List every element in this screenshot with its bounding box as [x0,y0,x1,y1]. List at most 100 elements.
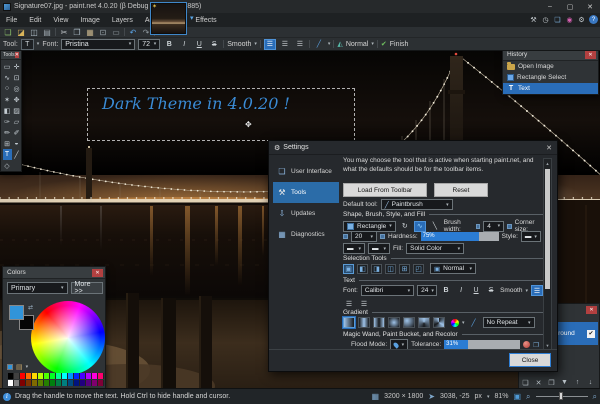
tool-zoom-icon[interactable]: ◎ [12,83,21,94]
nav-diagnostics[interactable]: ▦ Diagnostics [273,224,339,245]
text-underline-button[interactable]: U [470,285,482,296]
tool-paint-bucket-icon[interactable]: ◧ [3,105,12,116]
gradient-radial-icon[interactable] [388,317,400,328]
history-panel-close-icon[interactable]: ✕ [585,50,596,59]
menu-file[interactable]: File [0,13,23,27]
reset-button[interactable]: Reset [434,183,488,197]
deselect-icon[interactable]: ▭ [111,27,121,37]
image-list-chevron-icon[interactable]: ▾ [190,14,194,22]
text-bold-button[interactable]: B [440,285,452,296]
tool-rect-select-icon[interactable]: ▭ [3,61,12,72]
align-center-button[interactable]: ☰ [279,39,291,50]
gradient-antialias-icon[interactable]: ╱ [468,317,480,328]
text-strike-button[interactable]: S [485,285,497,296]
scroll-up-icon[interactable]: ▲ [544,159,551,167]
color-wheel[interactable] [31,301,105,375]
gradient-linear-offset-icon[interactable] [373,317,385,328]
corner-size-reset-icon[interactable] [380,234,385,239]
palette-swatch[interactable] [98,373,104,379]
curve-spline-icon[interactable]: ∿ [413,220,426,232]
history-item-text[interactable]: T Text [503,83,598,94]
tools-window-toggle-icon[interactable]: ⚒ [529,15,538,24]
align-left-button[interactable]: ☰ [263,38,276,50]
tools-panel-close-icon[interactable]: ✕ [14,52,19,58]
image-tab[interactable]: ✶ [150,2,187,35]
tool-magic-wand-icon[interactable]: ✶ [3,94,12,105]
history-window-toggle-icon[interactable]: ◷ [541,15,550,24]
dash-end-select[interactable]: ▬ ▾ [368,243,390,254]
corner-size-reset-icon[interactable] [343,234,348,239]
gradient-repeat-select[interactable]: No Repeat ▾ [482,317,535,328]
tool-line-curve-icon[interactable]: ╱ [12,149,21,160]
zoom-slider-handle[interactable] [558,392,563,400]
tool-clone-stamp-icon[interactable]: ⊞ [3,138,12,149]
settings-close-icon[interactable]: ✕ [546,144,552,152]
swap-colors-icon[interactable]: ⇄ [28,304,33,311]
text-smooth-select[interactable]: Smooth [500,287,522,294]
zoom-out-icon[interactable]: ⌕ [526,392,530,402]
font-family-select[interactable]: Pristina ▾ [61,38,136,50]
text-size-select[interactable]: 24 ▾ [417,285,438,296]
text-align-left-button[interactable]: ☰ [531,285,543,296]
text-align-center-button[interactable]: ☰ [343,298,355,309]
save-icon[interactable]: ◫ [29,27,39,37]
move-layer-up-icon[interactable]: ↑ [573,378,582,387]
selection-subtract-icon[interactable]: ◨ [371,263,382,274]
text-italic-button[interactable]: I [455,285,467,296]
chevron-down-icon[interactable]: ▾ [254,41,257,47]
new-icon[interactable]: ❏ [3,27,13,37]
tool-ellipse-select-icon[interactable]: ○ [3,83,12,94]
selection-quality-icon[interactable]: ◰ [413,263,424,274]
move-layer-down-icon[interactable]: ↓ [586,378,595,387]
nav-updates[interactable]: ⇩ Updates [273,203,339,224]
unit-select[interactable]: px [475,393,482,400]
chevron-down-icon[interactable]: ▾ [26,364,29,370]
menu-layers[interactable]: Layers [106,13,139,27]
copy-icon[interactable]: ❐ [72,27,82,37]
fill-style-select[interactable]: Solid Color ▾ [406,243,465,254]
print-icon[interactable]: ▤ [42,27,52,37]
tolerance-slider[interactable]: 31% [444,340,521,349]
more-button[interactable]: More >> [70,281,103,295]
color-mode-select[interactable]: Primary ▾ [7,282,68,294]
finish-button[interactable]: Finish [390,41,409,48]
close-button[interactable]: ✕ [580,0,600,13]
chevron-down-icon[interactable]: ▾ [328,41,331,47]
gradient-color-mode-icon[interactable] [451,318,459,327]
chevron-down-icon[interactable]: ▾ [371,41,374,47]
text-font-select[interactable]: Calibri ▾ [360,285,415,296]
add-layer-icon[interactable]: ❏ [521,378,530,387]
nav-tools[interactable]: ⚒ Tools [273,182,339,203]
history-item-rectangle-select[interactable]: Rectangle Select [503,72,598,83]
crop-icon[interactable]: ⊡ [98,27,108,37]
tool-text-icon[interactable]: T [2,149,12,160]
tool-gradient-icon[interactable]: ▨ [12,105,21,116]
text-move-handle[interactable]: ✥ [245,120,252,129]
settings-close-button[interactable]: Close [509,353,551,367]
antialiasing-icon[interactable]: ╱ [313,39,325,50]
menu-edit[interactable]: Edit [23,13,47,27]
draw-mode-icon[interactable]: ↻ [399,221,411,232]
selection-mode-select[interactable]: ▣ Normal ▾ [430,263,476,274]
scrollbar-thumb[interactable] [545,169,550,289]
chevron-down-icon[interactable]: ▾ [487,394,490,400]
corner-size-select[interactable]: 20 ▾ [351,231,377,242]
tool-move-pixels-icon[interactable]: ✛ [12,61,21,72]
zoom-slider[interactable] [535,392,588,400]
zoom-in-icon[interactable]: ⌕ [593,392,597,402]
scroll-down-icon[interactable]: ▼ [544,341,551,349]
selection-add-icon[interactable]: ◧ [357,263,368,274]
maximize-button[interactable]: ▢ [560,0,580,13]
brush-width-select[interactable]: 4 ▾ [483,220,505,232]
history-item-open-image[interactable]: Open Image [503,61,598,72]
gradient-linear-reflected-icon[interactable] [358,317,370,328]
merge-layer-down-icon[interactable]: ▼ [560,378,569,387]
pen-style-select[interactable]: ▬ ▾ [520,231,541,242]
delete-layer-icon[interactable]: ✕ [534,378,543,387]
tool-lasso-icon[interactable]: ∿ [3,72,12,83]
menu-image[interactable]: Image [74,13,105,27]
colors-window-toggle-icon[interactable]: ◉ [565,15,574,24]
layers-panel-close-icon[interactable]: ✕ [586,306,597,314]
dash-start-select[interactable]: ▬ ▾ [343,243,365,254]
sampling-mode-icon[interactable]: ❐ [533,341,539,349]
